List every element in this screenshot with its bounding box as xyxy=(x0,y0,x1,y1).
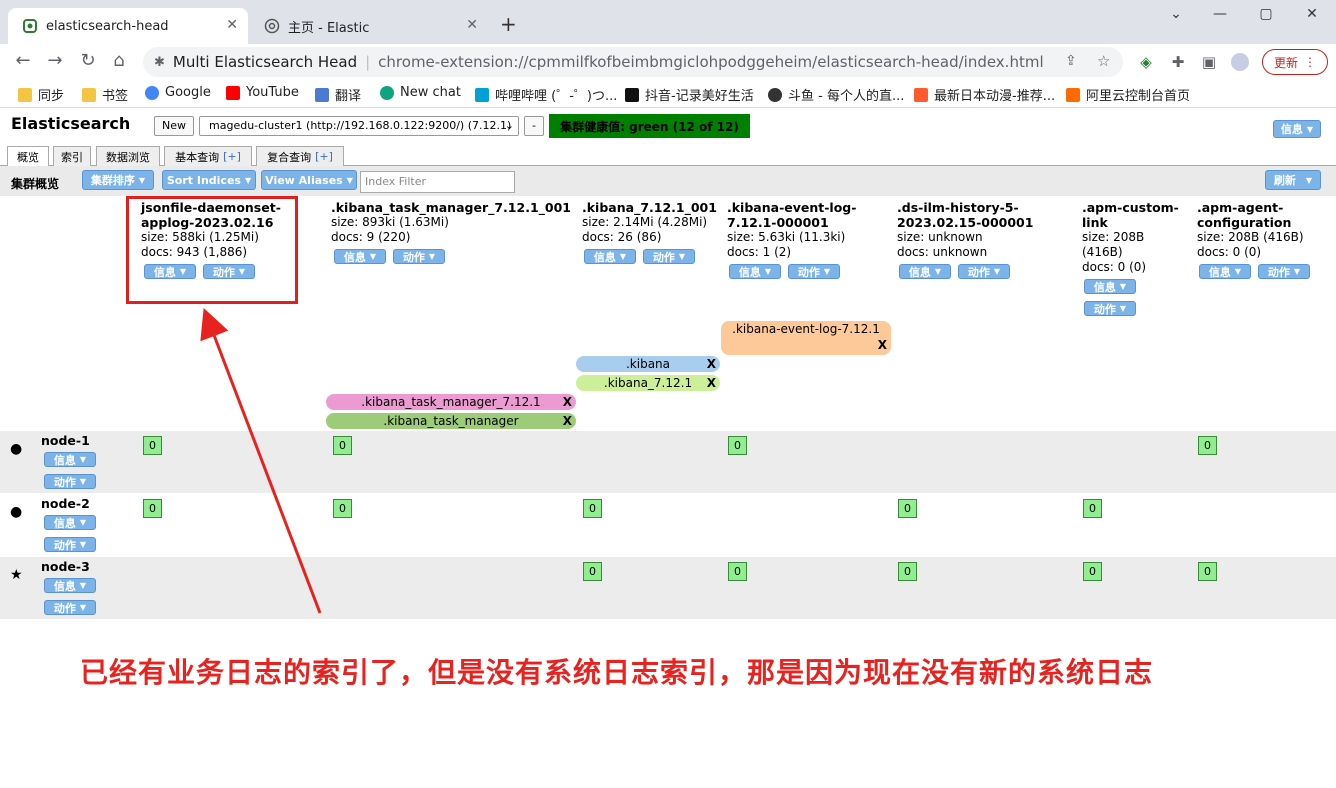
annotation-text: 已经有业务日志的索引了，但是没有系统日志索引，那是因为现在没有新的系统日志 xyxy=(80,656,1154,689)
